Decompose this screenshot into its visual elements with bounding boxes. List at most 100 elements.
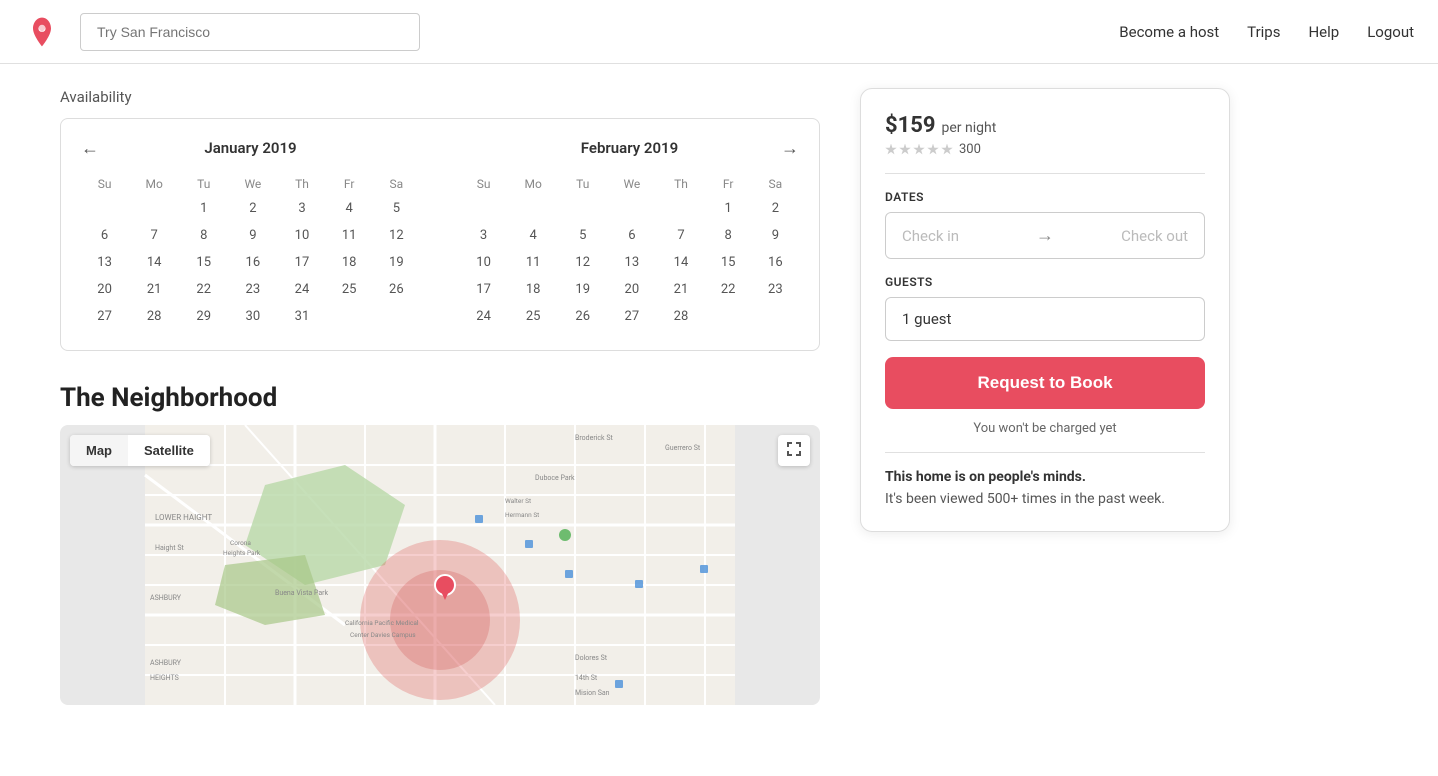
minds-desc: It's been viewed 500+ times in the past … xyxy=(885,491,1205,507)
calendar-jan-grid: Su Mo Tu We Th Fr Sa 1234567891011121314… xyxy=(81,173,420,330)
list-item[interactable]: 2 xyxy=(227,195,278,222)
map-expand-button[interactable] xyxy=(778,435,810,466)
calendar-feb-days-row: Su Mo Tu We Th Fr Sa xyxy=(460,173,799,195)
list-item[interactable]: 13 xyxy=(606,249,657,276)
list-item[interactable]: 12 xyxy=(559,249,606,276)
list-item[interactable]: 9 xyxy=(227,222,278,249)
list-item[interactable]: 23 xyxy=(752,276,799,303)
list-item[interactable]: 22 xyxy=(705,276,752,303)
book-button[interactable]: Request to Book xyxy=(885,357,1205,409)
list-item[interactable]: 18 xyxy=(507,276,559,303)
list-item[interactable]: 28 xyxy=(657,303,704,330)
list-item[interactable]: 5 xyxy=(373,195,420,222)
list-item[interactable]: 25 xyxy=(326,276,373,303)
table-row: 13141516171819 xyxy=(81,249,420,276)
table-row: 2728293031 xyxy=(81,303,420,330)
logo[interactable] xyxy=(24,14,60,50)
satellite-button[interactable]: Satellite xyxy=(128,435,210,466)
next-month-button[interactable]: → xyxy=(781,138,799,159)
list-item[interactable]: 7 xyxy=(657,222,704,249)
list-item[interactable]: 27 xyxy=(606,303,657,330)
list-item[interactable]: 20 xyxy=(81,276,128,303)
list-item[interactable]: 22 xyxy=(180,276,227,303)
calendar-jan-title: January 2019 xyxy=(204,139,296,157)
list-item[interactable]: 13 xyxy=(81,249,128,276)
table-row: 6789101112 xyxy=(81,222,420,249)
list-item[interactable]: 10 xyxy=(460,249,507,276)
list-item[interactable]: 29 xyxy=(180,303,227,330)
list-item[interactable]: 17 xyxy=(278,249,325,276)
list-item[interactable]: 8 xyxy=(705,222,752,249)
list-item[interactable]: 16 xyxy=(752,249,799,276)
become-host-link[interactable]: Become a host xyxy=(1119,23,1219,41)
trips-link[interactable]: Trips xyxy=(1247,23,1280,41)
list-item[interactable]: 2 xyxy=(752,195,799,222)
day-we: We xyxy=(606,173,657,195)
list-item[interactable]: 3 xyxy=(278,195,325,222)
logout-link[interactable]: Logout xyxy=(1367,23,1414,41)
dates-label: Dates xyxy=(885,190,1205,204)
svg-text:ASHBURY: ASHBURY xyxy=(150,594,182,602)
list-item[interactable]: 1 xyxy=(705,195,752,222)
price-per-night: per night xyxy=(942,120,997,136)
list-item[interactable]: 28 xyxy=(128,303,180,330)
list-item[interactable]: 4 xyxy=(507,222,559,249)
list-item[interactable]: 26 xyxy=(559,303,606,330)
list-item[interactable]: 20 xyxy=(606,276,657,303)
list-item[interactable]: 21 xyxy=(657,276,704,303)
list-item[interactable]: 10 xyxy=(278,222,325,249)
day-tu: Tu xyxy=(180,173,227,195)
list-item[interactable]: 15 xyxy=(705,249,752,276)
calendar-january: ← January 2019 Su Mo Tu We Th Fr Sa xyxy=(81,139,420,330)
minds-title: This home is on people's minds. xyxy=(885,469,1205,485)
svg-text:Broderick St: Broderick St xyxy=(575,434,613,442)
guests-input[interactable]: 1 guest xyxy=(885,297,1205,341)
list-item[interactable]: 3 xyxy=(460,222,507,249)
list-item[interactable]: 6 xyxy=(81,222,128,249)
no-charge-text: You won't be charged yet xyxy=(885,421,1205,436)
list-item[interactable]: 24 xyxy=(278,276,325,303)
list-item[interactable]: 18 xyxy=(326,249,373,276)
dates-input-row[interactable]: Check in → Check out xyxy=(885,212,1205,259)
list-item[interactable]: 8 xyxy=(180,222,227,249)
day-mo: Mo xyxy=(507,173,559,195)
list-item[interactable]: 31 xyxy=(278,303,325,330)
list-item[interactable]: 1 xyxy=(180,195,227,222)
svg-text:California Pacific Medical: California Pacific Medical xyxy=(345,619,419,627)
list-item[interactable]: 12 xyxy=(373,222,420,249)
list-item[interactable]: 25 xyxy=(507,303,559,330)
star-2 xyxy=(899,144,911,156)
list-item[interactable]: 17 xyxy=(460,276,507,303)
calendar-feb-title: February 2019 xyxy=(581,139,678,157)
list-item[interactable]: 26 xyxy=(373,276,420,303)
list-item[interactable]: 23 xyxy=(227,276,278,303)
help-link[interactable]: Help xyxy=(1308,23,1339,41)
list-item[interactable]: 14 xyxy=(657,249,704,276)
list-item[interactable]: 14 xyxy=(128,249,180,276)
calendar-container: ← January 2019 Su Mo Tu We Th Fr Sa xyxy=(60,118,820,351)
list-item[interactable]: 24 xyxy=(460,303,507,330)
list-item[interactable]: 19 xyxy=(559,276,606,303)
list-item[interactable]: 6 xyxy=(606,222,657,249)
map-button[interactable]: Map xyxy=(70,435,128,466)
list-item[interactable]: 16 xyxy=(227,249,278,276)
list-item[interactable]: 30 xyxy=(227,303,278,330)
search-input[interactable] xyxy=(80,13,420,51)
list-item[interactable]: 9 xyxy=(752,222,799,249)
list-item[interactable]: 21 xyxy=(128,276,180,303)
svg-text:Duboce Park: Duboce Park xyxy=(535,474,575,482)
list-item[interactable]: 15 xyxy=(180,249,227,276)
list-item[interactable]: 4 xyxy=(326,195,373,222)
rating-row: 300 xyxy=(885,142,1205,157)
list-item[interactable]: 7 xyxy=(128,222,180,249)
search-bar[interactable] xyxy=(80,13,420,51)
list-item[interactable]: 11 xyxy=(507,249,559,276)
list-item[interactable]: 5 xyxy=(559,222,606,249)
prev-month-button[interactable]: ← xyxy=(81,138,99,159)
list-item[interactable]: 27 xyxy=(81,303,128,330)
list-item[interactable]: 19 xyxy=(373,249,420,276)
list-item[interactable]: 11 xyxy=(326,222,373,249)
table-row: 12 xyxy=(460,195,799,222)
review-count: 300 xyxy=(959,142,981,157)
calendar-jan-body: 1234567891011121314151617181920212223242… xyxy=(81,195,420,330)
